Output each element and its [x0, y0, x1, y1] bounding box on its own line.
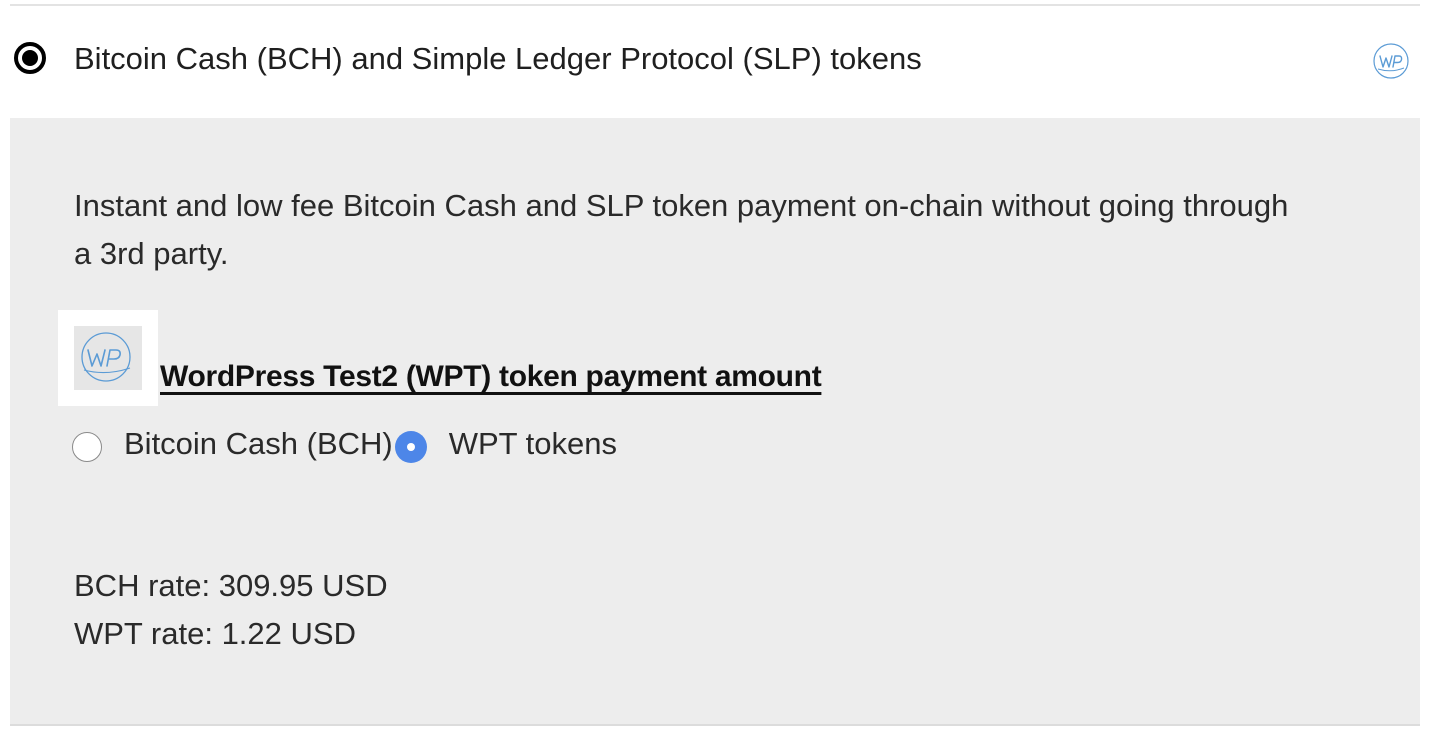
wp-logo-icon: [1372, 42, 1410, 80]
token-logo: [58, 310, 158, 406]
payment-description: Instant and low fee Bitcoin Cash and SLP…: [74, 188, 1289, 271]
payment-method-panel: Instant and low fee Bitcoin Cash and SLP…: [10, 118, 1420, 724]
payment-method-option[interactable]: Bitcoin Cash (BCH) and Simple Ledger Pro…: [10, 6, 1420, 118]
wpt-currency-radio[interactable]: [394, 431, 427, 463]
bch-currency-label[interactable]: Bitcoin Cash (BCH): [124, 426, 393, 462]
bch-currency-radio[interactable]: [72, 432, 102, 462]
checkout-payment-section: Bitcoin Cash (BCH) and Simple Ledger Pro…: [0, 0, 1434, 740]
wpt-currency-label[interactable]: WPT tokens: [449, 426, 617, 462]
bch-rate-text: BCH rate: 309.95 USD: [74, 568, 388, 603]
wp-token-logo-icon: [74, 326, 142, 390]
currency-choice-group: Bitcoin Cash (BCH) WPT tokens: [72, 424, 617, 464]
bottom-divider: [10, 724, 1420, 726]
payment-method-radio[interactable]: [14, 42, 46, 74]
token-payment-heading: WordPress Test2 (WPT) token payment amou…: [160, 360, 822, 393]
wpt-rate-text: WPT rate: 1.22 USD: [74, 616, 356, 651]
payment-method-label[interactable]: Bitcoin Cash (BCH) and Simple Ledger Pro…: [74, 39, 922, 79]
